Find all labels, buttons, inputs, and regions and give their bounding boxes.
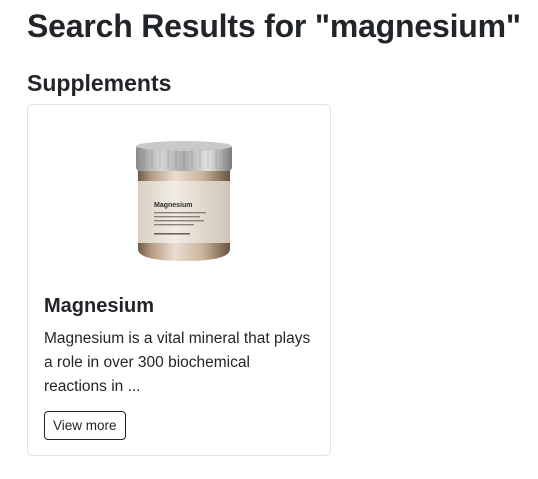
search-results-page: Search Results for "magnesium" Supplemen… — [0, 0, 538, 479]
page-title: Search Results for "magnesium" — [27, 8, 521, 44]
card-title: Magnesium — [44, 295, 155, 317]
section-title-supplements: Supplements — [27, 70, 172, 96]
view-more-button[interactable]: View more — [44, 411, 126, 440]
svg-text:Magnesium: Magnesium — [154, 202, 193, 209]
supplement-jar-image: Magnesium — [136, 141, 232, 261]
card-description: Magnesium is a vital mineral that plays … — [44, 330, 311, 395]
product-card: Magnesium Magnesium Magnesium is a vital… — [27, 104, 331, 456]
